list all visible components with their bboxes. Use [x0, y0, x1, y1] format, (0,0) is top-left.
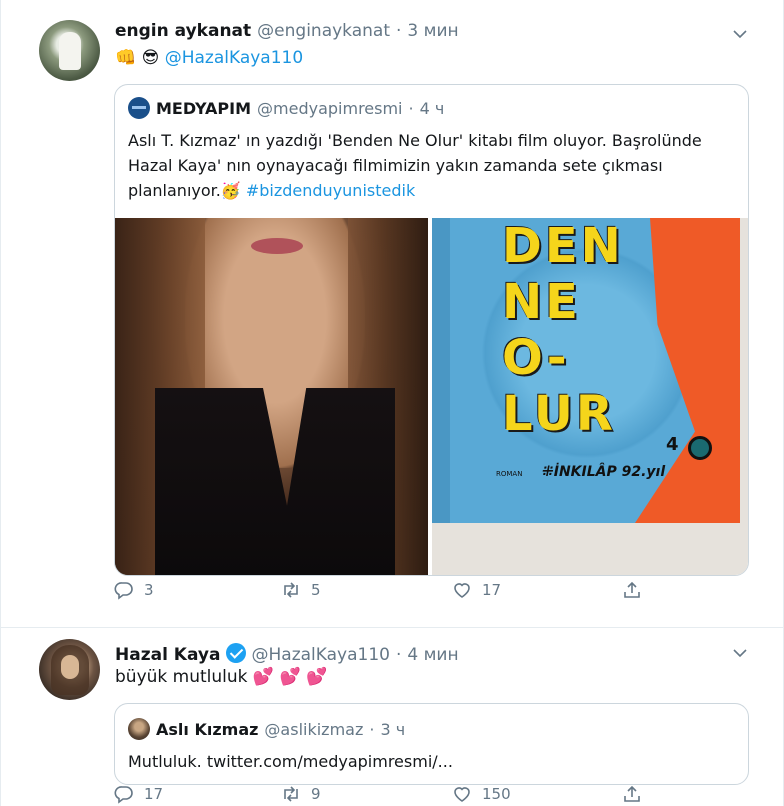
text-line: Aslı T. Kızmaz' ın yazdığı 'Benden Ne Ol… [128, 131, 702, 150]
timestamp[interactable]: 4 мин [407, 645, 458, 665]
author-name: Aslı Kızmaz [156, 719, 259, 739]
verified-badge-icon [225, 643, 246, 663]
chevron-down-icon[interactable] [733, 645, 747, 659]
timestamp[interactable]: 3 мин [407, 21, 458, 41]
timestamp: 4 ч [419, 98, 445, 118]
author-name[interactable]: Hazal Kaya [115, 645, 221, 665]
timeline: engin aykanat @enginaykanat · 3 мин 👊 😎 … [0, 0, 784, 806]
party-emoji: 🥳 [220, 181, 241, 200]
tweet-header: engin aykanat @enginaykanat · 3 мин [115, 21, 459, 41]
retweet-count: 9 [311, 785, 321, 803]
author-name[interactable]: engin aykanat [115, 21, 251, 41]
text-line: planlanıyor.🥳 #bizdenduyunistedik [128, 178, 738, 203]
heart-icon [454, 583, 470, 598]
retweet-button[interactable]: 5 [281, 580, 321, 600]
tweet[interactable]: engin aykanat @enginaykanat · 3 мин 👊 😎 … [1, 0, 783, 628]
avatar [128, 718, 150, 740]
mention-link[interactable]: @HazalKaya110 [165, 48, 303, 68]
like-count: 150 [482, 785, 511, 803]
avatar[interactable] [39, 639, 100, 700]
separator: · [408, 98, 414, 118]
text-segment: büyük mutluluk [115, 667, 248, 687]
separator: · [395, 645, 402, 665]
quoted-tweet-text: Mutluluk. twitter.com/medyapimresmi/... [128, 752, 453, 771]
share-button[interactable] [622, 784, 642, 804]
author-handle: @medyapimresmi [257, 98, 403, 118]
book-cover: DEN NE O- LUR 4 ROMAN ⁜İNKILÂP 92.yıl [432, 218, 740, 523]
reply-button[interactable]: 17 [114, 784, 163, 804]
share-button[interactable] [622, 580, 642, 600]
quoted-tweet-text: Aslı T. Kızmaz' ın yazdığı 'Benden Ne Ol… [128, 128, 738, 203]
reply-button[interactable]: 3 [114, 580, 154, 600]
reply-icon [114, 582, 133, 600]
book-genre: ROMAN [496, 470, 523, 478]
tweet-header: Hazal Kaya @HazalKaya110 · 4 мин [115, 640, 459, 665]
author-handle: @aslikizmaz [264, 719, 364, 739]
tweet-text: büyük mutluluk 💕 💕 💕 [115, 666, 327, 688]
tweet-text: 👊 😎 @HazalKaya110 [115, 47, 303, 69]
emoji-text: 👊 😎 [115, 48, 160, 68]
avatar[interactable] [39, 20, 100, 81]
book-title: DEN NE O- LUR [502, 218, 624, 442]
author-handle[interactable]: @HazalKaya110 [252, 645, 390, 665]
avatar [128, 97, 150, 119]
retweet-icon [284, 786, 298, 802]
reply-count: 17 [144, 785, 164, 803]
chevron-down-icon[interactable] [733, 26, 747, 40]
book-publisher: ⁜İNKILÂP 92.yıl [542, 464, 666, 480]
like-count: 17 [482, 581, 502, 599]
retweet-icon [284, 582, 298, 598]
share-icon [624, 581, 640, 598]
hearts-emoji: 💕 💕 💕 [252, 667, 328, 687]
text-line: Hazal Kaya' nın oynayacağı filmimizin ya… [128, 156, 663, 175]
author-handle[interactable]: @enginaykanat [257, 21, 390, 41]
retweet-button[interactable]: 9 [281, 784, 321, 804]
author-name: MEDYAPIM [156, 98, 252, 118]
reply-count: 3 [144, 581, 154, 599]
quoted-tweet[interactable]: Aslı Kızmaz @aslikizmaz · 3 ч Mutluluk. … [114, 703, 749, 785]
media-grid: DEN NE O- LUR 4 ROMAN ⁜İNKILÂP 92.yıl [115, 218, 748, 575]
quoted-tweet[interactable]: MEDYAPIM @medyapimresmi · 4 ч Aslı T. Kı… [114, 84, 749, 576]
media-photo-book[interactable]: DEN NE O- LUR 4 ROMAN ⁜İNKILÂP 92.yıl [432, 218, 748, 575]
like-button[interactable]: 17 [452, 580, 501, 600]
quoted-tweet-header: Aslı Kızmaz @aslikizmaz · 3 ч [128, 718, 405, 740]
text-segment: planlanıyor. [128, 181, 221, 200]
retweet-count: 5 [311, 581, 321, 599]
quoted-tweet-header: MEDYAPIM @medyapimresmi · 4 ч [128, 97, 444, 119]
share-icon [624, 785, 640, 802]
like-button[interactable]: 150 [452, 784, 511, 804]
reply-icon [114, 786, 133, 804]
book-number: 4 [666, 434, 679, 455]
media-photo-woman[interactable] [115, 218, 428, 575]
timestamp: 3 ч [380, 719, 406, 739]
hashtag-link[interactable]: #bizdenduyunistedik [241, 181, 415, 200]
heart-icon [454, 787, 470, 802]
separator: · [369, 719, 375, 739]
separator: · [396, 21, 402, 41]
